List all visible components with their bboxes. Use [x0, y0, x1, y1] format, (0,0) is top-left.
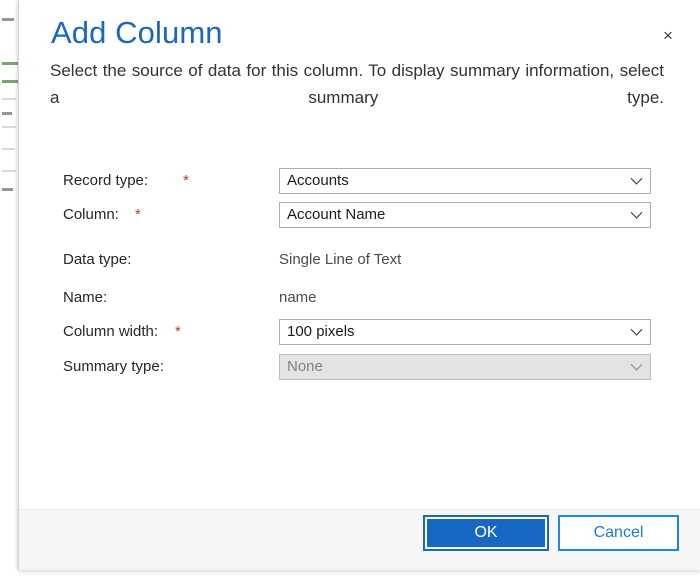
chevron-down-icon — [622, 355, 650, 379]
label-data-type: Data type: — [63, 251, 132, 268]
page-title: Add Column — [51, 15, 223, 50]
record-type-value: Accounts — [287, 172, 349, 189]
ok-button[interactable]: OK — [423, 515, 549, 551]
dialog-body: Add Column × Select the source of data f… — [19, 0, 700, 510]
label-summary-type: Summary type: — [63, 358, 164, 375]
label-name: Name: — [63, 289, 108, 306]
form-row-summary-type: Summary type: None — [19, 354, 700, 380]
required-marker-column-width: * — [175, 323, 181, 340]
chevron-down-icon — [622, 203, 650, 227]
dialog-description: Select the source of data for this colum… — [50, 61, 664, 107]
ok-button-label: OK — [427, 519, 545, 547]
label-record-type: Record type: — [63, 172, 149, 189]
required-marker-column: * — [135, 206, 141, 223]
column-width-dropdown[interactable]: 100 pixels — [279, 319, 651, 345]
label-column-width: Column width: — [63, 323, 159, 340]
add-column-dialog: Add Column × Select the source of data f… — [18, 0, 700, 570]
column-value: Account Name — [287, 206, 386, 223]
record-type-dropdown[interactable]: Accounts — [279, 168, 651, 194]
form-row-name: Name: name — [19, 285, 700, 311]
summary-type-value: None — [287, 358, 323, 375]
summary-type-dropdown[interactable]: None — [279, 354, 651, 380]
form-row-data-type: Data type: Single Line of Text — [19, 247, 700, 273]
label-column: Column: — [63, 206, 119, 223]
form-row-column: Column: * Account Name — [19, 202, 700, 228]
form-row-record-type: Record type: * Accounts — [19, 168, 700, 194]
dialog-footer: OK Cancel — [19, 509, 700, 570]
screen-root: Add Column × Select the source of data f… — [0, 0, 700, 576]
chevron-down-icon — [622, 320, 650, 344]
close-icon[interactable]: × — [653, 20, 683, 50]
required-marker-record-type: * — [183, 172, 189, 189]
cancel-button[interactable]: Cancel — [558, 515, 679, 551]
form-row-column-width: Column width: * 100 pixels — [19, 319, 700, 345]
column-dropdown[interactable]: Account Name — [279, 202, 651, 228]
chevron-down-icon — [622, 169, 650, 193]
data-type-value: Single Line of Text — [279, 251, 402, 268]
name-value: name — [279, 289, 317, 306]
column-width-value: 100 pixels — [287, 323, 355, 340]
